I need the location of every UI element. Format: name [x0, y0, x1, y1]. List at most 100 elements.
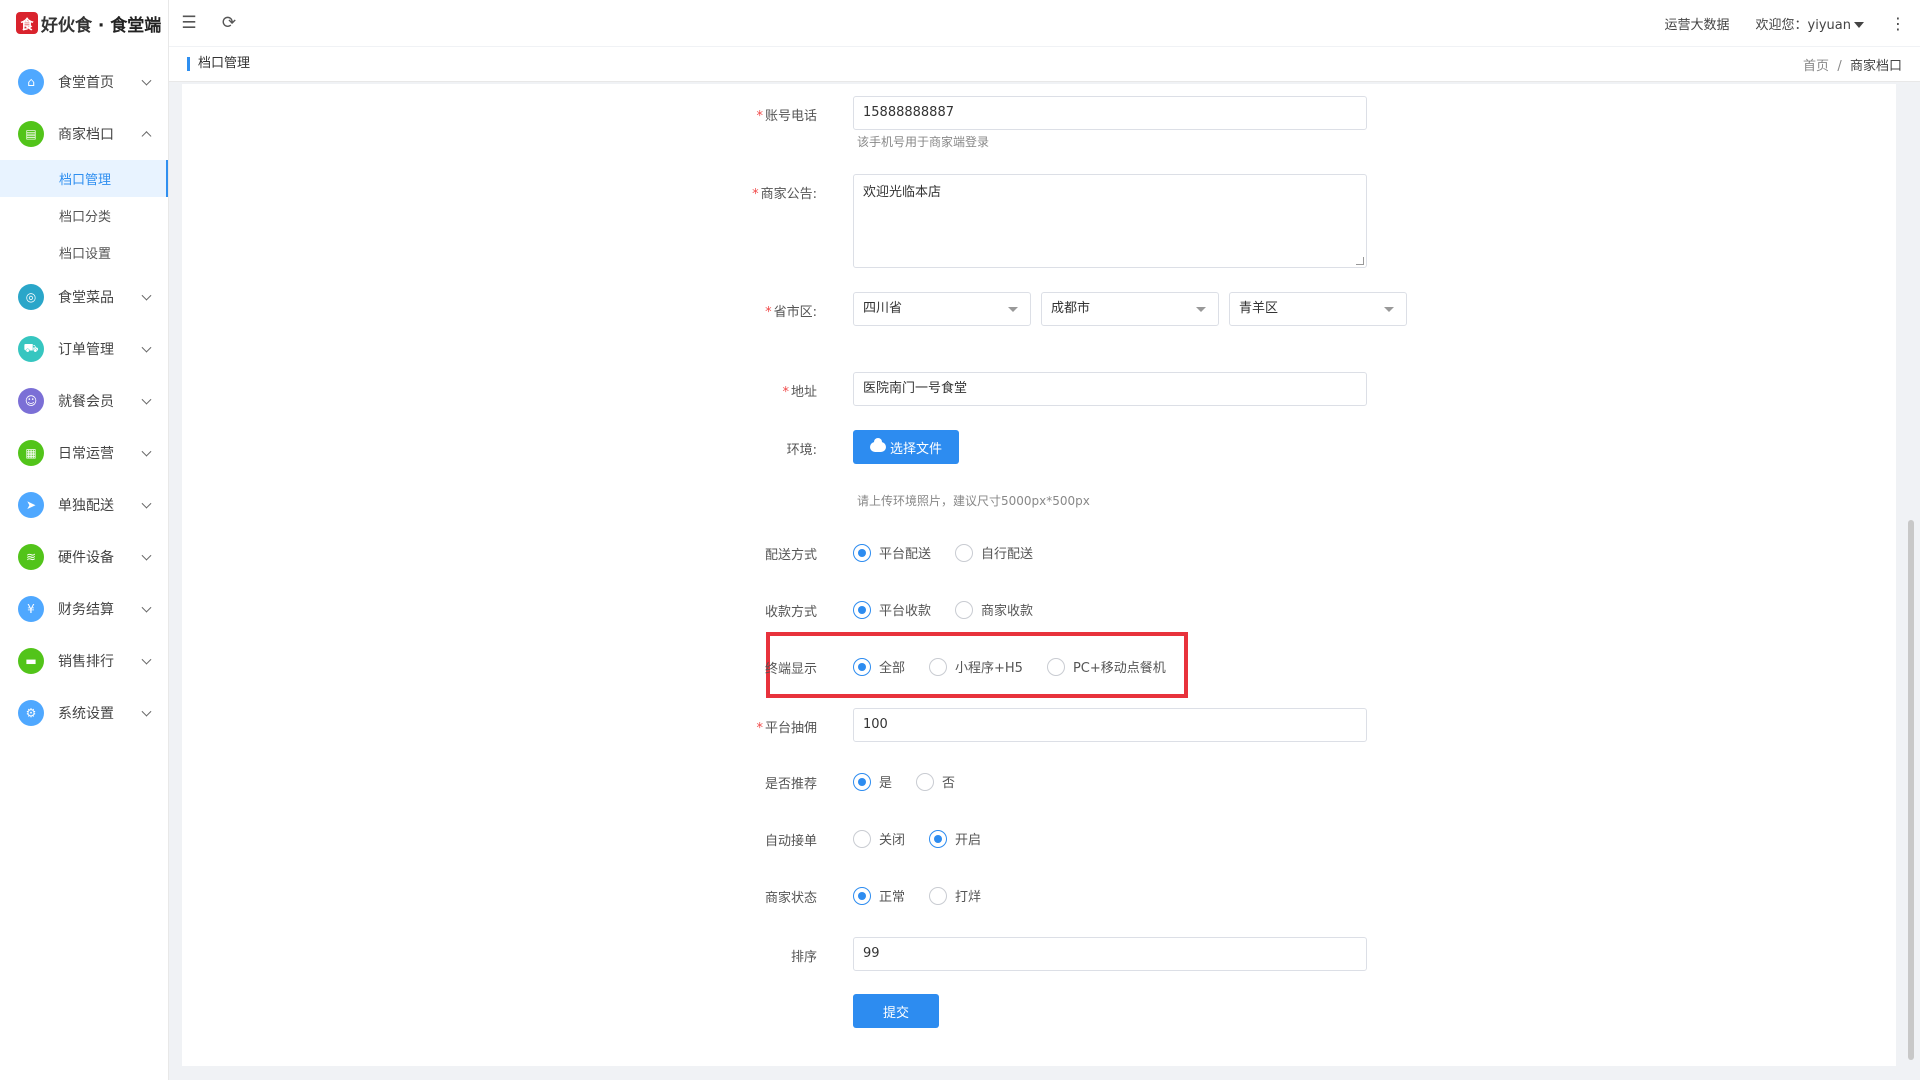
- collapse-menu-icon[interactable]: ☰: [169, 0, 209, 46]
- sort-row: 排序 99: [182, 937, 1896, 973]
- sidebar-item-4[interactable]: ☺ 就餐会员: [0, 375, 168, 427]
- radio-circle[interactable]: [853, 657, 871, 676]
- chevron-down-icon: [141, 342, 152, 353]
- chevron-down-icon: [141, 394, 152, 405]
- logo-brand: 好伙食: [41, 15, 92, 36]
- sidebar-item-label: 食堂首页: [58, 75, 114, 91]
- radio-circle[interactable]: [955, 543, 974, 562]
- submit-row: 提交: [182, 994, 1896, 1030]
- terminal-radio-0[interactable]: 全部: [853, 657, 905, 676]
- delivery-row: 配送方式 平台配送 自行配送: [182, 543, 1896, 563]
- sidebar-item-9[interactable]: ▬ 销售排行: [0, 635, 168, 687]
- terminal-row: 终端显示 全部 小程序+H5 PC+移动点餐机: [182, 657, 1896, 677]
- breadcrumb-separator: /: [1837, 58, 1842, 74]
- sidebar-item-8[interactable]: ¥ 财务结算: [0, 583, 168, 635]
- resize-grip-icon[interactable]: [1356, 257, 1364, 265]
- terminal-radio-2[interactable]: PC+移动点餐机: [1046, 657, 1166, 676]
- submenu-item-1[interactable]: 档口分类: [0, 197, 168, 234]
- user-menu[interactable]: 欢迎您：yiyuan: [1756, 14, 1864, 33]
- scrollbar[interactable]: [1908, 520, 1914, 1060]
- district-select[interactable]: 青羊区: [1229, 292, 1407, 326]
- recommend-row: 是否推荐 是否: [182, 772, 1896, 792]
- sidebar-item-7[interactable]: ≋ 硬件设备: [0, 531, 168, 583]
- env-row: 环境: 选择文件 请上传环境照片，建议尺寸5000px*500px: [182, 430, 1896, 510]
- address-row: * 地址 医院南门一号食堂: [182, 372, 1896, 408]
- radio-circle[interactable]: [1046, 657, 1065, 676]
- radio-circle[interactable]: [853, 886, 871, 905]
- notice-text: 欢迎光临本店: [863, 185, 942, 200]
- phone-row: * 账号电话 15888888887 该手机号用于商家端登录: [182, 96, 1896, 156]
- sort-input[interactable]: 99: [853, 937, 1367, 971]
- radio-circle[interactable]: [916, 772, 935, 791]
- ranking-icon: ▬: [18, 648, 44, 674]
- dish-icon: ◎: [18, 284, 44, 310]
- chevron-down-icon: [141, 602, 152, 613]
- breadcrumb-home[interactable]: 首页: [1803, 59, 1829, 74]
- radio-circle[interactable]: [955, 600, 974, 619]
- commission-label: 平台抽佣: [764, 721, 817, 736]
- chevron-down-icon: [141, 290, 152, 301]
- auto-accept-radio-0[interactable]: 关闭: [853, 829, 905, 848]
- more-vertical-icon[interactable]: ⋮: [1890, 14, 1906, 33]
- radio-label: PC+移动点餐机: [1072, 661, 1166, 676]
- region-row: * 省市区: 四川省 成都市 青羊区: [182, 292, 1896, 328]
- commission-input[interactable]: 100: [853, 708, 1367, 742]
- phone-input[interactable]: 15888888887: [853, 96, 1367, 130]
- terminal-radio-1[interactable]: 小程序+H5: [929, 657, 1023, 676]
- radio-label: 正常: [879, 890, 906, 905]
- logo-mark: 食: [16, 12, 38, 34]
- member-icon: ☺: [18, 388, 44, 414]
- sidebar-item-2[interactable]: ◎ 食堂菜品: [0, 271, 168, 323]
- notice-textarea[interactable]: 欢迎光临本店: [853, 174, 1367, 268]
- recommend-radio-1[interactable]: 否: [916, 772, 955, 791]
- big-data-link[interactable]: 运营大数据: [1665, 14, 1730, 33]
- payment-radio-0[interactable]: 平台收款: [853, 600, 931, 619]
- radio-label: 是: [879, 776, 893, 791]
- sidebar-item-label: 订单管理: [58, 342, 114, 358]
- sidebar-item-0[interactable]: ⌂ 食堂首页: [0, 56, 168, 108]
- radio-label: 平台收款: [879, 604, 932, 619]
- submit-button[interactable]: 提交: [853, 994, 939, 1028]
- status-radio-1[interactable]: 打烊: [929, 886, 981, 905]
- terminal-radio-group: 全部 小程序+H5 PC+移动点餐机: [853, 657, 1190, 676]
- sidebar-item-3[interactable]: ⛟ 订单管理: [0, 323, 168, 375]
- delivery-radio-0[interactable]: 平台配送: [853, 543, 931, 562]
- payment-label: 收款方式: [764, 605, 817, 620]
- sidebar-item-1[interactable]: ▤ 商家档口: [0, 108, 168, 160]
- choose-file-button[interactable]: 选择文件: [853, 430, 959, 464]
- auto-accept-radio-1[interactable]: 开启: [929, 829, 981, 848]
- home-icon: ⌂: [18, 69, 44, 95]
- sidebar-item-label: 销售排行: [58, 654, 114, 670]
- refresh-icon[interactable]: ⟳: [209, 0, 249, 46]
- radio-circle[interactable]: [929, 886, 948, 905]
- calendar-icon: ▦: [18, 440, 44, 466]
- payment-radio-1[interactable]: 商家收款: [955, 600, 1033, 619]
- sidebar-item-label: 单独配送: [58, 498, 114, 514]
- province-select[interactable]: 四川省: [853, 292, 1031, 326]
- status-radio-0[interactable]: 正常: [853, 886, 905, 905]
- sidebar-item-10[interactable]: ⚙ 系统设置: [0, 687, 168, 739]
- chevron-down-icon: [141, 654, 152, 665]
- sort-label: 排序: [790, 950, 817, 965]
- radio-circle[interactable]: [929, 829, 948, 848]
- address-input[interactable]: 医院南门一号食堂: [853, 372, 1367, 406]
- radio-circle[interactable]: [853, 829, 871, 848]
- submenu-item-0[interactable]: 档口管理: [0, 160, 168, 197]
- sidebar-item-5[interactable]: ▦ 日常运营: [0, 427, 168, 479]
- city-select[interactable]: 成都市: [1041, 292, 1219, 326]
- logo[interactable]: 食 好伙食 · 食堂端: [0, 0, 168, 46]
- chevron-down-icon: [141, 550, 152, 561]
- submenu-item-2[interactable]: 档口设置: [0, 234, 168, 271]
- delivery-label: 配送方式: [764, 548, 817, 563]
- radio-label: 全部: [879, 661, 906, 676]
- choose-file-label: 选择文件: [889, 441, 942, 457]
- delivery-radio-1[interactable]: 自行配送: [955, 543, 1033, 562]
- radio-circle[interactable]: [853, 543, 871, 562]
- sidebar-item-6[interactable]: ➤ 单独配送: [0, 479, 168, 531]
- env-label: 环境:: [786, 443, 817, 458]
- radio-circle[interactable]: [853, 772, 871, 791]
- radio-circle[interactable]: [929, 657, 948, 676]
- recommend-radio-0[interactable]: 是: [853, 772, 892, 791]
- district-value: 青羊区: [1239, 301, 1279, 316]
- radio-circle[interactable]: [853, 600, 871, 619]
